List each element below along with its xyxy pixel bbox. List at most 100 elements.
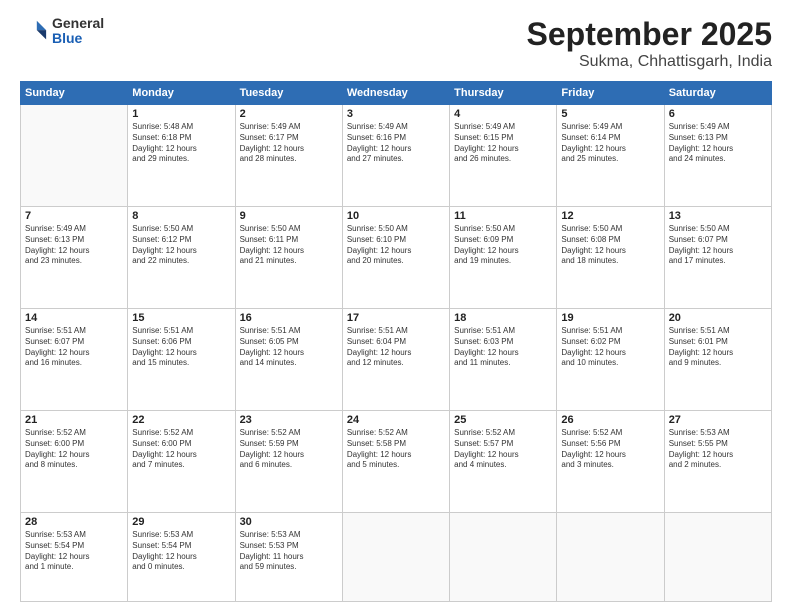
calendar-cell: 20 Sunrise: 5:51 AM Sunset: 6:01 PM Dayli… [664, 309, 771, 411]
day-number: 9 [240, 210, 338, 222]
cell-info: Sunrise: 5:51 AM Sunset: 6:05 PM Dayligh… [240, 326, 338, 369]
week-row-4: 21 Sunrise: 5:52 AM Sunset: 6:00 PM Dayli… [21, 411, 772, 513]
day-number: 23 [240, 414, 338, 426]
cell-info: Sunrise: 5:50 AM Sunset: 6:09 PM Dayligh… [454, 224, 552, 267]
day-number: 24 [347, 414, 445, 426]
day-number: 16 [240, 312, 338, 324]
cell-info: Sunrise: 5:52 AM Sunset: 6:00 PM Dayligh… [25, 428, 123, 471]
calendar-cell: 21 Sunrise: 5:52 AM Sunset: 6:00 PM Dayli… [21, 411, 128, 513]
day-number: 4 [454, 108, 552, 120]
cell-info: Sunrise: 5:48 AM Sunset: 6:18 PM Dayligh… [132, 122, 230, 165]
calendar-cell [342, 513, 449, 602]
day-number: 28 [25, 516, 123, 528]
calendar-cell [664, 513, 771, 602]
calendar-cell: 28 Sunrise: 5:53 AM Sunset: 5:54 PM Dayli… [21, 513, 128, 602]
day-number: 18 [454, 312, 552, 324]
calendar-cell: 25 Sunrise: 5:52 AM Sunset: 5:57 PM Dayli… [450, 411, 557, 513]
cell-info: Sunrise: 5:53 AM Sunset: 5:54 PM Dayligh… [25, 530, 123, 573]
header: General Blue September 2025 Sukma, Chhat… [20, 16, 772, 71]
calendar-cell [557, 513, 664, 602]
weekday-header-wednesday: Wednesday [342, 82, 449, 105]
calendar-cell: 19 Sunrise: 5:51 AM Sunset: 6:02 PM Dayli… [557, 309, 664, 411]
cell-info: Sunrise: 5:50 AM Sunset: 6:12 PM Dayligh… [132, 224, 230, 267]
cell-info: Sunrise: 5:52 AM Sunset: 5:57 PM Dayligh… [454, 428, 552, 471]
cell-info: Sunrise: 5:51 AM Sunset: 6:07 PM Dayligh… [25, 326, 123, 369]
cell-info: Sunrise: 5:52 AM Sunset: 5:56 PM Dayligh… [561, 428, 659, 471]
cell-info: Sunrise: 5:51 AM Sunset: 6:02 PM Dayligh… [561, 326, 659, 369]
calendar-cell: 17 Sunrise: 5:51 AM Sunset: 6:04 PM Dayli… [342, 309, 449, 411]
calendar-cell: 26 Sunrise: 5:52 AM Sunset: 5:56 PM Dayli… [557, 411, 664, 513]
weekday-header-thursday: Thursday [450, 82, 557, 105]
calendar-cell: 5Sunrise: 5:49 AM Sunset: 6:14 PM Daylig… [557, 105, 664, 207]
calendar-cell: 12 Sunrise: 5:50 AM Sunset: 6:08 PM Dayli… [557, 207, 664, 309]
logo-icon [20, 17, 48, 45]
calendar-cell: 9 Sunrise: 5:50 AM Sunset: 6:11 PM Daylig… [235, 207, 342, 309]
title-block: September 2025 Sukma, Chhattisgarh, Indi… [527, 16, 772, 71]
calendar-cell: 13 Sunrise: 5:50 AM Sunset: 6:07 PM Dayli… [664, 207, 771, 309]
cell-info: Sunrise: 5:49 AM Sunset: 6:13 PM Dayligh… [25, 224, 123, 267]
day-number: 21 [25, 414, 123, 426]
cell-info: Sunrise: 5:52 AM Sunset: 6:00 PM Dayligh… [132, 428, 230, 471]
calendar-cell [450, 513, 557, 602]
day-number: 14 [25, 312, 123, 324]
cell-info: Sunrise: 5:50 AM Sunset: 6:08 PM Dayligh… [561, 224, 659, 267]
logo-blue: Blue [52, 31, 104, 46]
cell-info: Sunrise: 5:51 AM Sunset: 6:04 PM Dayligh… [347, 326, 445, 369]
calendar-cell: 6Sunrise: 5:49 AM Sunset: 6:13 PM Daylig… [664, 105, 771, 207]
calendar-cell: 15 Sunrise: 5:51 AM Sunset: 6:06 PM Dayli… [128, 309, 235, 411]
week-row-5: 28 Sunrise: 5:53 AM Sunset: 5:54 PM Dayli… [21, 513, 772, 602]
day-number: 27 [669, 414, 767, 426]
day-number: 26 [561, 414, 659, 426]
cell-info: Sunrise: 5:49 AM Sunset: 6:17 PM Dayligh… [240, 122, 338, 165]
cell-info: Sunrise: 5:51 AM Sunset: 6:06 PM Dayligh… [132, 326, 230, 369]
day-number: 17 [347, 312, 445, 324]
calendar-cell: 10Sunrise: 5:50 AM Sunset: 6:10 PM Dayli… [342, 207, 449, 309]
title-month: September 2025 [527, 16, 772, 53]
calendar-cell: 14 Sunrise: 5:51 AM Sunset: 6:07 PM Dayli… [21, 309, 128, 411]
calendar-cell: 16 Sunrise: 5:51 AM Sunset: 6:05 PM Dayli… [235, 309, 342, 411]
weekday-header-row: SundayMondayTuesdayWednesdayThursdayFrid… [21, 82, 772, 105]
day-number: 8 [132, 210, 230, 222]
cell-info: Sunrise: 5:50 AM Sunset: 6:07 PM Dayligh… [669, 224, 767, 267]
day-number: 19 [561, 312, 659, 324]
cell-info: Sunrise: 5:52 AM Sunset: 5:59 PM Dayligh… [240, 428, 338, 471]
day-number: 20 [669, 312, 767, 324]
day-number: 30 [240, 516, 338, 528]
calendar-cell: 24Sunrise: 5:52 AM Sunset: 5:58 PM Dayli… [342, 411, 449, 513]
day-number: 11 [454, 210, 552, 222]
day-number: 10 [347, 210, 445, 222]
weekday-header-tuesday: Tuesday [235, 82, 342, 105]
day-number: 13 [669, 210, 767, 222]
calendar-cell: 3Sunrise: 5:49 AM Sunset: 6:16 PM Daylig… [342, 105, 449, 207]
weekday-header-sunday: Sunday [21, 82, 128, 105]
day-number: 12 [561, 210, 659, 222]
cell-info: Sunrise: 5:53 AM Sunset: 5:54 PM Dayligh… [132, 530, 230, 573]
cell-info: Sunrise: 5:53 AM Sunset: 5:53 PM Dayligh… [240, 530, 338, 573]
day-number: 25 [454, 414, 552, 426]
cell-info: Sunrise: 5:50 AM Sunset: 6:11 PM Dayligh… [240, 224, 338, 267]
weekday-header-saturday: Saturday [664, 82, 771, 105]
cell-info: Sunrise: 5:51 AM Sunset: 6:01 PM Dayligh… [669, 326, 767, 369]
calendar-cell: 27Sunrise: 5:53 AM Sunset: 5:55 PM Dayli… [664, 411, 771, 513]
logo-general: General [52, 16, 104, 31]
logo-text: General Blue [52, 16, 104, 47]
week-row-3: 14 Sunrise: 5:51 AM Sunset: 6:07 PM Dayli… [21, 309, 772, 411]
day-number: 22 [132, 414, 230, 426]
weekday-header-monday: Monday [128, 82, 235, 105]
calendar-cell: 30 Sunrise: 5:53 AM Sunset: 5:53 PM Dayli… [235, 513, 342, 602]
week-row-1: 1Sunrise: 5:48 AM Sunset: 6:18 PM Daylig… [21, 105, 772, 207]
title-location: Sukma, Chhattisgarh, India [527, 53, 772, 71]
day-number: 29 [132, 516, 230, 528]
day-number: 15 [132, 312, 230, 324]
day-number: 5 [561, 108, 659, 120]
cell-info: Sunrise: 5:51 AM Sunset: 6:03 PM Dayligh… [454, 326, 552, 369]
calendar-cell: 11 Sunrise: 5:50 AM Sunset: 6:09 PM Dayli… [450, 207, 557, 309]
cell-info: Sunrise: 5:49 AM Sunset: 6:15 PM Dayligh… [454, 122, 552, 165]
calendar-cell: 18 Sunrise: 5:51 AM Sunset: 6:03 PM Dayli… [450, 309, 557, 411]
weekday-header-friday: Friday [557, 82, 664, 105]
calendar-cell: 2Sunrise: 5:49 AM Sunset: 6:17 PM Daylig… [235, 105, 342, 207]
calendar-cell: 8 Sunrise: 5:50 AM Sunset: 6:12 PM Daylig… [128, 207, 235, 309]
day-number: 7 [25, 210, 123, 222]
week-row-2: 7 Sunrise: 5:49 AM Sunset: 6:13 PM Daylig… [21, 207, 772, 309]
page: General Blue September 2025 Sukma, Chhat… [0, 0, 792, 612]
